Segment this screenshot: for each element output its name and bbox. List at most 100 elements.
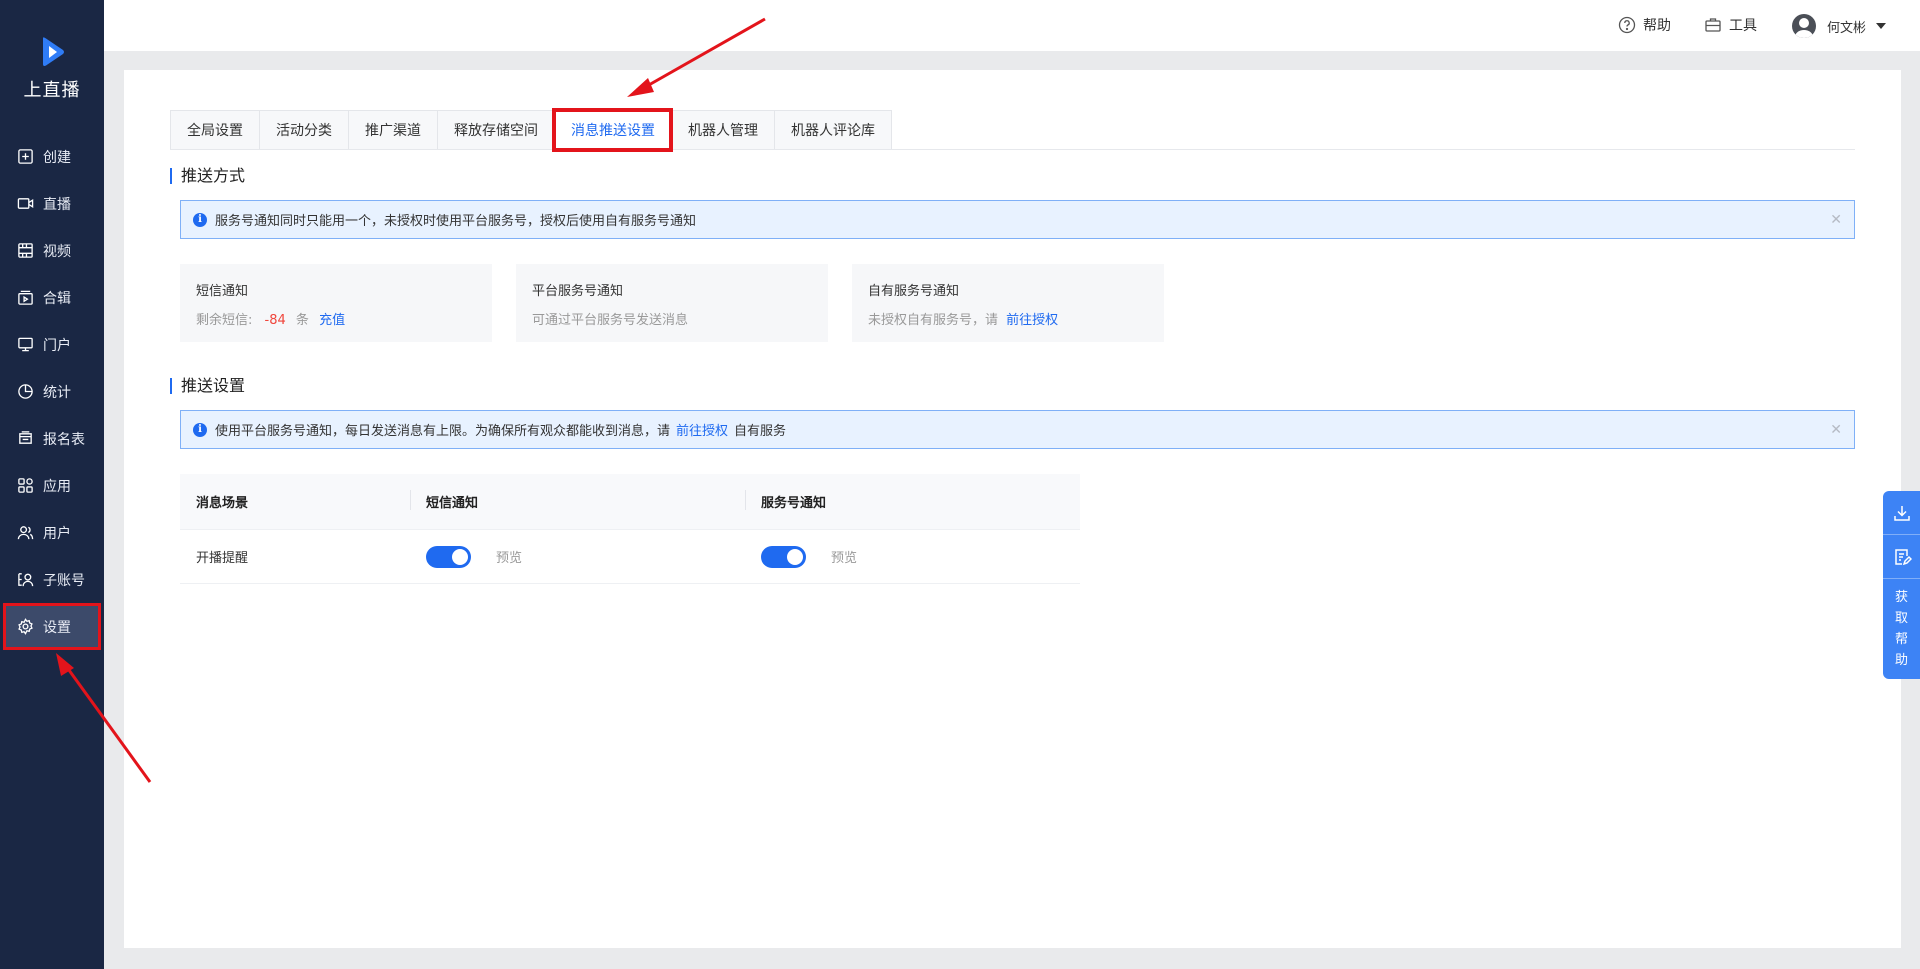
sidebar-item-portal[interactable]: 门户 bbox=[0, 321, 104, 368]
top-bar: 帮助 工具 何文彬 bbox=[104, 0, 1920, 51]
avatar bbox=[1792, 14, 1816, 38]
scene-cell: 开播提醒 bbox=[196, 551, 249, 566]
info-icon: i bbox=[193, 422, 207, 437]
sidebar-item-label: 用户 bbox=[43, 525, 71, 542]
authorize-link[interactable]: 前往授权 bbox=[1006, 313, 1058, 328]
toolbox-icon bbox=[1705, 18, 1721, 32]
preview-link[interactable]: 预览 bbox=[496, 547, 522, 566]
tabs-divider bbox=[170, 149, 1855, 150]
authorize-link[interactable]: 前往授权 bbox=[676, 420, 728, 439]
column-header: 短信通知 bbox=[410, 490, 745, 511]
own-service-box: 自有服务号通知 未授权自有服务号，请 前往授权 bbox=[852, 264, 1164, 342]
column-header: 消息场景 bbox=[196, 496, 249, 511]
sidebar-nav: 创建 直播 视频 合辑 门户 统计 报名表 应用 用户 子账号 设置 bbox=[0, 133, 104, 650]
sidebar-item-label: 合辑 bbox=[43, 290, 71, 307]
sms-notification-box: 短信通知 剩余短信: -84 条 充值 bbox=[180, 264, 492, 342]
column-divider bbox=[410, 490, 411, 510]
sidebar-item-label: 子账号 bbox=[43, 572, 85, 589]
sidebar-item-label: 直播 bbox=[43, 196, 71, 213]
sub-account-icon bbox=[16, 571, 34, 589]
film-icon bbox=[16, 242, 34, 260]
sidebar-item-signup-form[interactable]: 报名表 bbox=[0, 415, 104, 462]
platform-service-box: 平台服务号通知 可通过平台服务号发送消息 bbox=[516, 264, 828, 342]
sidebar: 上直播 创建 直播 视频 合辑 门户 统计 报名表 应用 用户 子账号 设置 bbox=[0, 0, 104, 969]
box-desc: 未授权自有服务号，请 前往授权 bbox=[868, 309, 1148, 328]
push-method-alert: i 服务号通知同时只能用一个，未授权时使用平台服务号，授权后使用自有服务号通知 … bbox=[180, 200, 1855, 239]
sms-cell: 预览 bbox=[410, 545, 745, 568]
user-name: 何文彬 bbox=[1827, 20, 1867, 36]
sidebar-item-settings[interactable]: 设置 bbox=[3, 603, 101, 650]
close-icon[interactable]: ✕ bbox=[1830, 212, 1842, 228]
box-title: 平台服务号通知 bbox=[532, 284, 624, 299]
sidebar-item-label: 报名表 bbox=[43, 431, 85, 448]
tab-message-push[interactable]: 消息推送设置 bbox=[552, 108, 673, 152]
sms-toggle[interactable] bbox=[426, 545, 471, 568]
alert-text: 使用平台服务号通知，每日发送消息有上限。为确保所有观众都能收到消息，请 bbox=[215, 424, 671, 439]
service-cell: 预览 bbox=[745, 545, 1080, 568]
tab-free-storage[interactable]: 释放存储空间 bbox=[437, 110, 554, 150]
info-icon: i bbox=[193, 212, 207, 227]
sidebar-item-users[interactable]: 用户 bbox=[0, 509, 104, 556]
sidebar-item-sub-account[interactable]: 子账号 bbox=[0, 556, 104, 603]
get-help-button[interactable]: 获取帮助 bbox=[1883, 579, 1920, 671]
form-icon bbox=[16, 430, 34, 448]
settings-tabs: 全局设置 活动分类 推广渠道 释放存储空间 消息推送设置 机器人管理 机器人评论… bbox=[170, 108, 892, 152]
download-icon bbox=[1893, 505, 1910, 521]
tools-label: 工具 bbox=[1729, 18, 1757, 34]
sms-remain-value: -84 bbox=[264, 313, 286, 328]
help-link[interactable]: 帮助 bbox=[1618, 15, 1671, 35]
box-desc: 可通过平台服务号发送消息 bbox=[532, 313, 689, 328]
sidebar-item-label: 统计 bbox=[43, 384, 71, 401]
tab-activity-category[interactable]: 活动分类 bbox=[259, 110, 348, 150]
alert-text: 服务号通知同时只能用一个，未授权时使用平台服务号，授权后使用自有服务号通知 bbox=[215, 214, 697, 229]
tab-global-settings[interactable]: 全局设置 bbox=[170, 110, 259, 150]
sidebar-item-stats[interactable]: 统计 bbox=[0, 368, 104, 415]
tools-link[interactable]: 工具 bbox=[1704, 15, 1757, 35]
push-method-title: 推送方式 bbox=[170, 168, 245, 184]
push-method-boxes: 短信通知 剩余短信: -84 条 充值 平台服务号通知 可通过平台服务号发送消息… bbox=[180, 264, 1164, 342]
settings-card: 全局设置 活动分类 推广渠道 释放存储空间 消息推送设置 机器人管理 机器人评论… bbox=[124, 70, 1901, 948]
chevron-down-icon bbox=[1876, 23, 1887, 29]
sidebar-item-collection[interactable]: 合辑 bbox=[0, 274, 104, 321]
recharge-link[interactable]: 充值 bbox=[319, 313, 345, 328]
push-settings-table: 消息场景 短信通知 服务号通知 开播提醒 预览 预览 bbox=[180, 474, 1080, 584]
monitor-icon bbox=[16, 336, 34, 354]
table-row: 开播提醒 预览 预览 bbox=[180, 529, 1080, 584]
alert-text-suffix: 自有服务 bbox=[734, 424, 787, 439]
tab-promotion-channel[interactable]: 推广渠道 bbox=[348, 110, 437, 150]
push-settings-alert: i 使用平台服务号通知，每日发送消息有上限。为确保所有观众都能收到消息，请 前往… bbox=[180, 410, 1855, 449]
user-menu[interactable]: 何文彬 bbox=[1792, 14, 1887, 38]
video-camera-icon bbox=[16, 195, 34, 213]
tab-robot-comments[interactable]: 机器人评论库 bbox=[774, 110, 892, 150]
own-service-desc: 未授权自有服务号，请 bbox=[868, 313, 999, 328]
sidebar-item-live[interactable]: 直播 bbox=[0, 180, 104, 227]
brand-name: 上直播 bbox=[23, 80, 81, 101]
box-title: 短信通知 bbox=[196, 284, 249, 299]
pie-chart-icon bbox=[16, 383, 34, 401]
sms-remain-label: 剩余短信: bbox=[196, 313, 253, 328]
collection-icon bbox=[16, 289, 34, 307]
sidebar-item-video[interactable]: 视频 bbox=[0, 227, 104, 274]
table-header: 消息场景 短信通知 服务号通知 bbox=[180, 474, 1080, 529]
sidebar-item-label: 视频 bbox=[43, 243, 71, 260]
column-header: 服务号通知 bbox=[745, 490, 1080, 511]
plus-square-icon bbox=[16, 148, 34, 166]
preview-link[interactable]: 预览 bbox=[831, 547, 857, 566]
apps-icon bbox=[16, 477, 34, 495]
column-header-label: 服务号通知 bbox=[761, 496, 827, 511]
sms-remain-unit: 条 bbox=[295, 313, 309, 328]
sidebar-item-apps[interactable]: 应用 bbox=[0, 462, 104, 509]
sidebar-item-create[interactable]: 创建 bbox=[0, 133, 104, 180]
download-button[interactable] bbox=[1883, 491, 1920, 535]
floating-help-panel: 获取帮助 bbox=[1883, 491, 1920, 679]
get-help-label: 获取帮助 bbox=[1894, 590, 1908, 668]
users-icon bbox=[16, 524, 34, 542]
close-icon[interactable]: ✕ bbox=[1830, 422, 1842, 438]
column-header-label: 短信通知 bbox=[426, 496, 479, 511]
box-title: 自有服务号通知 bbox=[868, 284, 960, 299]
sidebar-item-label: 门户 bbox=[43, 337, 71, 354]
logo[interactable]: 上直播 bbox=[0, 36, 104, 102]
tab-robot-management[interactable]: 机器人管理 bbox=[671, 110, 774, 150]
service-toggle[interactable] bbox=[761, 545, 806, 568]
feedback-button[interactable] bbox=[1883, 535, 1920, 579]
